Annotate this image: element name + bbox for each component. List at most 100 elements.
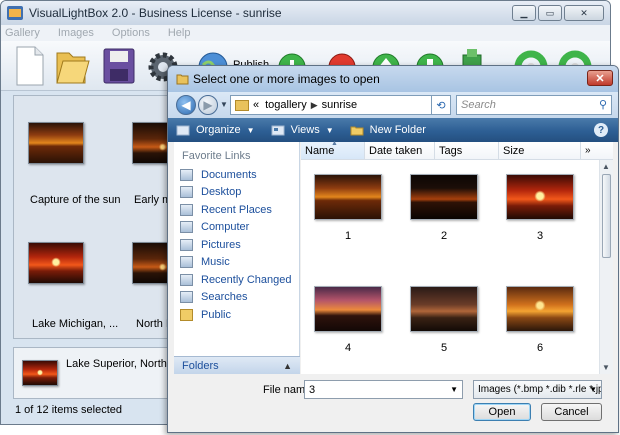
breadcrumb-separator-icon[interactable]: ▶ [311, 100, 318, 111]
views-icon [271, 125, 285, 135]
file-item-2[interactable]: 2 [405, 174, 483, 242]
app-close-button[interactable]: ✕ [564, 5, 604, 21]
scroll-up-icon[interactable]: ▲ [602, 162, 610, 171]
search-icon[interactable]: ⚲ [599, 98, 607, 111]
breadcrumb-sunrise[interactable]: sunrise [322, 99, 357, 111]
folders-toggle[interactable]: Folders ▲ [174, 356, 300, 374]
column-size[interactable]: Size [499, 142, 581, 159]
column-size-label: Size [503, 144, 525, 157]
nav-music[interactable]: Music [174, 254, 299, 272]
desktop-icon [180, 186, 193, 199]
menu-images[interactable]: Images [58, 27, 94, 39]
address-root-chevron[interactable]: « [253, 99, 259, 111]
nav-recently-changed[interactable]: Recently Changed [174, 271, 299, 289]
menu-help[interactable]: Help [168, 27, 191, 39]
dialog-close-button[interactable]: ✕ [587, 70, 613, 86]
chevron-up-icon: ▲ [283, 360, 292, 371]
file-item-5[interactable]: 5 [405, 286, 483, 354]
gallery-caption-3: Lake Michigan, ... [32, 318, 119, 330]
views-button[interactable]: Views ▼ [271, 124, 334, 136]
nav-documents[interactable]: Documents [174, 166, 299, 184]
gallery-thumb-1[interactable] [28, 122, 84, 164]
new-document-icon[interactable] [11, 45, 47, 87]
public-folder-icon [180, 308, 193, 321]
organize-label: Organize [196, 124, 241, 136]
app-title-bar[interactable]: VisualLightBox 2.0 - Business License - … [1, 1, 610, 25]
file-list-pane: ▲Name Date taken Tags Size » 1 2 3 4 5 [301, 140, 613, 374]
cancel-button[interactable]: Cancel [541, 403, 602, 421]
organize-icon [176, 125, 190, 135]
history-dropdown-icon[interactable]: ▼ [220, 100, 228, 109]
menu-gallery[interactable]: Gallery [5, 27, 40, 39]
nav-computer-label: Computer [201, 221, 250, 234]
file-thumbnail-6 [506, 286, 574, 332]
computer-icon [180, 221, 193, 234]
forward-arrow-icon: ▶ [203, 98, 213, 112]
file-item-4[interactable]: 4 [309, 286, 387, 354]
breadcrumb-togallery[interactable]: togallery [265, 99, 307, 111]
nav-computer[interactable]: Computer [174, 219, 299, 237]
gallery-panel: Capture of the sun Early mo Lake Michiga… [13, 95, 188, 339]
help-icon[interactable]: ? [594, 123, 608, 137]
file-type-select[interactable]: Images (*.bmp *.dib *.rle *.jpg ▼ [473, 380, 602, 399]
more-columns-button[interactable]: » [581, 142, 599, 159]
refresh-button[interactable]: ⟲ [431, 95, 451, 115]
views-label: Views [290, 124, 320, 136]
address-folder-icon [235, 99, 249, 111]
new-folder-label: New Folder [369, 124, 426, 136]
minimize-button[interactable]: ▁ [512, 5, 536, 21]
nav-searches[interactable]: Searches [174, 289, 299, 307]
scrollbar-thumb[interactable] [602, 174, 611, 258]
file-item-6[interactable]: 6 [501, 286, 579, 354]
refresh-icon: ⟲ [436, 99, 446, 112]
file-name-input[interactable]: 3 ▼ [304, 380, 463, 399]
nav-music-label: Music [201, 256, 230, 269]
selected-image-preview [22, 360, 58, 386]
address-row: ◀ ▶ ▼ « togallery ▶ sunrise ▼ ⟲ Search ⚲ [168, 92, 618, 118]
column-tags[interactable]: Tags [435, 142, 499, 159]
file-item-1[interactable]: 1 [309, 174, 387, 242]
menu-bar: Gallery Images Options Help [1, 25, 610, 41]
file-name-2: 2 [440, 230, 448, 242]
recent-places-icon [180, 203, 193, 216]
sort-ascending-icon: ▲ [331, 140, 338, 147]
gallery-thumb-3[interactable] [28, 242, 84, 284]
search-input[interactable]: Search ⚲ [456, 95, 612, 115]
scroll-down-icon[interactable]: ▼ [602, 363, 610, 372]
file-name-6: 6 [536, 342, 544, 354]
status-bar-text: 1 of 12 items selected [15, 404, 123, 416]
command-bar: Organize ▼ Views ▼ New Folder ? [168, 118, 618, 142]
organize-dropdown-icon: ▼ [246, 125, 255, 135]
file-thumbnail-1 [314, 174, 382, 220]
column-name[interactable]: ▲ Name [301, 140, 365, 159]
forward-button[interactable]: ▶ [198, 95, 218, 115]
file-thumbnail-3 [506, 174, 574, 220]
back-button[interactable]: ◀ [176, 95, 196, 115]
nav-public-label: Public [201, 308, 231, 321]
nav-pictures-label: Pictures [201, 238, 241, 251]
file-item-3[interactable]: 3 [501, 174, 579, 242]
nav-recent-places[interactable]: Recent Places [174, 201, 299, 219]
file-thumbnail-4 [314, 286, 382, 332]
address-bar[interactable]: « togallery ▶ sunrise ▼ [230, 95, 449, 115]
maximize-button[interactable]: ▭ [538, 5, 562, 21]
search-placeholder: Search [461, 99, 496, 111]
nav-public[interactable]: Public [174, 306, 299, 324]
nav-pictures[interactable]: Pictures [174, 236, 299, 254]
save-icon[interactable] [101, 45, 137, 87]
column-date-taken[interactable]: Date taken [365, 142, 435, 159]
nav-desktop[interactable]: Desktop [174, 184, 299, 202]
file-name-dropdown-icon[interactable]: ▼ [450, 385, 458, 394]
open-file-dialog: Select one or more images to open ✕ ◀ ▶ … [167, 65, 619, 433]
file-list-scrollbar[interactable]: ▲ ▼ [599, 160, 613, 374]
organize-button[interactable]: Organize ▼ [176, 124, 255, 136]
open-button[interactable]: Open [473, 403, 531, 421]
app-title: VisualLightBox 2.0 - Business License - … [29, 6, 282, 20]
file-name-4: 4 [344, 342, 352, 354]
menu-options[interactable]: Options [112, 27, 150, 39]
open-folder-icon[interactable] [53, 45, 91, 87]
column-tags-label: Tags [439, 144, 463, 157]
dialog-title: Select one or more images to open [193, 72, 380, 86]
dialog-title-bar[interactable]: Select one or more images to open ✕ [168, 66, 618, 92]
new-folder-button[interactable]: New Folder [350, 124, 426, 136]
